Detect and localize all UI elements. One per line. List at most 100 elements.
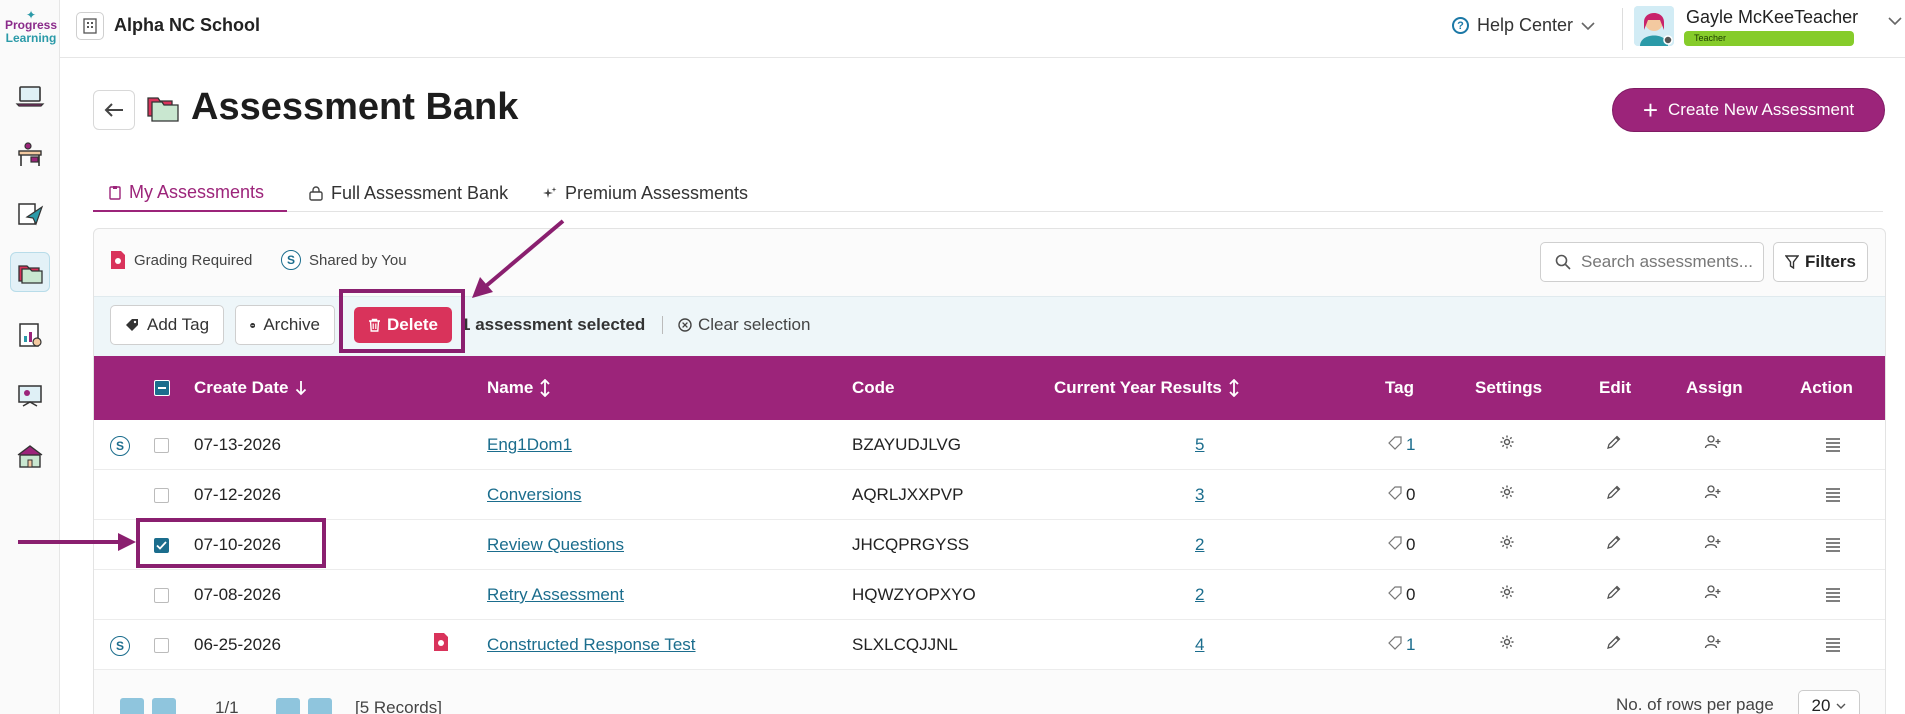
- assessment-name-link[interactable]: Conversions: [487, 485, 582, 505]
- sort-both-icon: [540, 379, 550, 397]
- shared-badge-icon: S: [110, 436, 130, 456]
- column-label: Settings: [1475, 378, 1543, 397]
- archive-minus-icon: [250, 322, 256, 328]
- tab-label: Premium Assessments: [565, 182, 749, 203]
- first-page-button[interactable]: [120, 698, 144, 714]
- tag-cell[interactable]: 1: [1388, 635, 1415, 655]
- sidebar-item-assessment-bank[interactable]: [10, 252, 50, 292]
- tag-count: 1: [1406, 435, 1416, 454]
- assign-user-icon[interactable]: [1704, 584, 1722, 605]
- results-link[interactable]: 5: [1195, 435, 1204, 455]
- sidebar-item-laptop[interactable]: [10, 76, 50, 116]
- filter-icon: [1784, 255, 1799, 269]
- legend-shared-by-you: S Shared by You: [281, 250, 407, 270]
- action-menu-icon[interactable]: [1824, 436, 1842, 457]
- rows-per-page-select[interactable]: 20: [1798, 690, 1860, 714]
- row-checkbox[interactable]: [154, 638, 169, 653]
- edit-pencil-icon[interactable]: [1606, 534, 1622, 555]
- results-link[interactable]: 4: [1195, 635, 1204, 655]
- tag-cell[interactable]: 1: [1388, 435, 1415, 455]
- assign-user-icon[interactable]: [1704, 534, 1722, 555]
- filters-label: Filters: [1804, 252, 1857, 271]
- column-header-current-year-results[interactable]: Current Year Results: [1054, 378, 1240, 398]
- edit-pencil-icon[interactable]: [1606, 434, 1622, 455]
- tab-premium-assessments[interactable]: Premium Assessments: [543, 174, 748, 212]
- create-new-assessment-button[interactable]: + Create New Assessment: [1612, 88, 1885, 132]
- sidebar-item-teacher-tools[interactable]: [10, 376, 50, 416]
- tab-full-assessment-bank[interactable]: Full Assessment Bank: [309, 174, 508, 212]
- column-header-create-date[interactable]: Create Date: [194, 378, 307, 398]
- search-box: [1540, 242, 1764, 282]
- settings-gear-icon[interactable]: [1499, 534, 1515, 555]
- header-divider: [1622, 8, 1623, 50]
- sidebar-item-school[interactable]: [10, 436, 50, 476]
- tag-cell[interactable]: 0: [1388, 485, 1415, 505]
- sidebar-item-classroom[interactable]: [10, 134, 50, 174]
- tag-cell[interactable]: 0: [1388, 585, 1415, 605]
- column-header-tag: Tag: [1385, 378, 1414, 398]
- chevron-down-icon: [1581, 21, 1595, 30]
- archive-button[interactable]: Archive: [235, 305, 335, 345]
- assessment-code-cell: AQRLJXXPVP: [852, 485, 964, 504]
- progress-learning-logo[interactable]: ✦ Progress Learning: [4, 8, 58, 48]
- action-menu-icon[interactable]: [1824, 486, 1842, 507]
- assessment-name-link[interactable]: Review Questions: [487, 535, 624, 555]
- edit-pencil-icon[interactable]: [1606, 634, 1622, 655]
- results-link[interactable]: 2: [1195, 535, 1204, 555]
- grading-required-icon: [433, 632, 449, 657]
- school-icon[interactable]: [76, 12, 104, 40]
- settings-gear-icon[interactable]: [1499, 434, 1515, 455]
- help-center-label: Help Center: [1477, 15, 1574, 35]
- assessment-name-link[interactable]: Retry Assessment: [487, 585, 624, 605]
- user-menu-chevron-icon[interactable]: [1888, 16, 1902, 26]
- presentation-icon: [18, 385, 42, 407]
- prev-page-button[interactable]: [152, 698, 176, 714]
- sort-desc-icon: [295, 381, 306, 396]
- help-icon: ?: [1452, 17, 1469, 34]
- school-building-icon: [17, 445, 43, 468]
- results-link[interactable]: 2: [1195, 585, 1204, 605]
- clear-circle-icon: [678, 318, 692, 332]
- tab-my-assessments[interactable]: My Assessments: [93, 174, 287, 212]
- assessment-code-cell: BZAYUDJLVG: [852, 435, 961, 454]
- settings-gear-icon[interactable]: [1499, 484, 1515, 505]
- last-page-button[interactable]: [308, 698, 332, 714]
- results-link[interactable]: 3: [1195, 485, 1204, 505]
- settings-gear-icon[interactable]: [1499, 634, 1515, 655]
- sidebar-item-assignments[interactable]: [10, 194, 50, 234]
- avatar[interactable]: [1634, 6, 1674, 46]
- tag-cell[interactable]: 0: [1388, 535, 1415, 555]
- edit-pencil-icon[interactable]: [1606, 584, 1622, 605]
- tag-icon: [1388, 485, 1402, 505]
- filters-button[interactable]: Filters: [1773, 242, 1868, 282]
- assign-user-icon[interactable]: [1704, 434, 1722, 455]
- edit-pencil-icon[interactable]: [1606, 484, 1622, 505]
- user-name: Gayle McKeeTeacher: [1686, 7, 1859, 27]
- column-header-edit: Edit: [1599, 378, 1631, 398]
- assessment-name-link[interactable]: Constructed Response Test: [487, 635, 696, 655]
- assign-user-icon[interactable]: [1704, 634, 1722, 655]
- assign-user-icon[interactable]: [1704, 484, 1722, 505]
- search-input[interactable]: [1581, 252, 1756, 272]
- next-page-button[interactable]: [276, 698, 300, 714]
- school-name: Alpha NC School: [114, 15, 261, 35]
- row-checkbox[interactable]: [154, 588, 169, 603]
- clear-selection-button[interactable]: Clear selection: [678, 315, 810, 335]
- table-row: S 06-25-2026 Constructed Response Test SLXL…: [94, 620, 1885, 670]
- settings-gear-icon[interactable]: [1499, 584, 1515, 605]
- add-tag-button[interactable]: Add Tag: [110, 305, 225, 345]
- select-all-checkbox[interactable]: [154, 380, 170, 396]
- sidebar-item-reports[interactable]: [10, 315, 50, 355]
- back-button[interactable]: [93, 90, 135, 130]
- column-label: Action: [1800, 378, 1853, 397]
- row-checkbox[interactable]: [154, 438, 169, 453]
- action-menu-icon[interactable]: [1824, 536, 1842, 557]
- top-bar: Alpha NC School ? Help Center Gayle McKe…: [60, 0, 1905, 58]
- column-header-name[interactable]: Name: [487, 378, 551, 398]
- action-menu-icon[interactable]: [1824, 636, 1842, 657]
- action-menu-icon[interactable]: [1824, 586, 1842, 607]
- plus-icon: +: [1642, 95, 1659, 125]
- row-checkbox[interactable]: [154, 488, 169, 503]
- assessment-name-link[interactable]: Eng1Dom1: [487, 435, 572, 455]
- help-center-menu[interactable]: ? Help Center: [1452, 15, 1595, 36]
